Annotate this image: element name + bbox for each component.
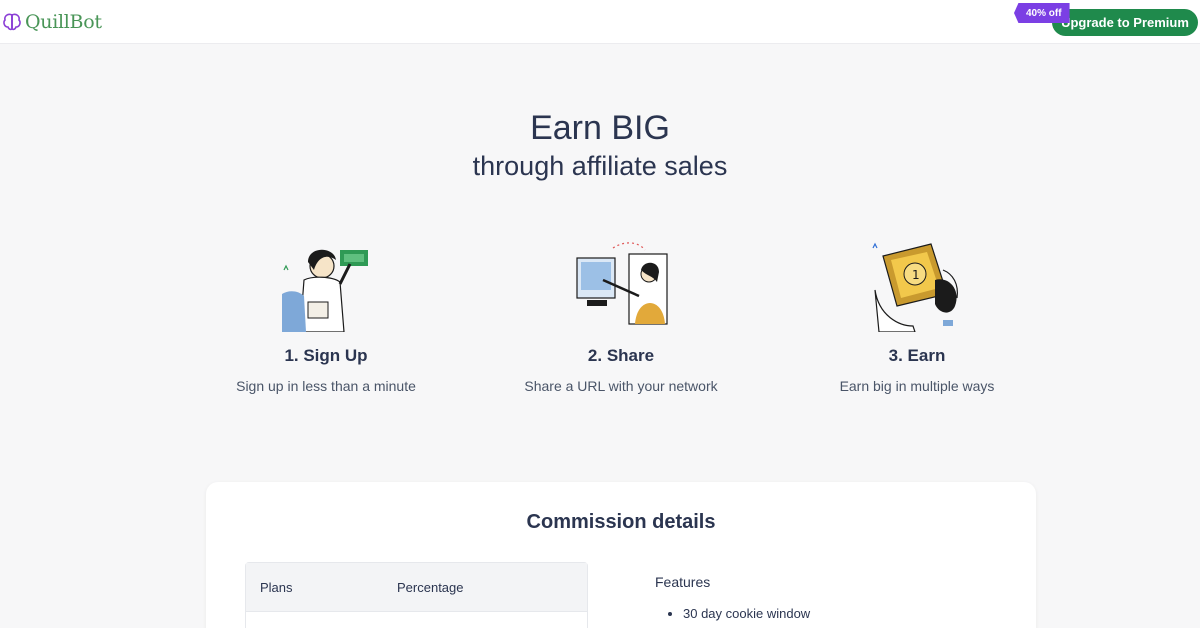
hero-subtitle: through affiliate sales	[472, 151, 728, 181]
brain-icon	[3, 13, 21, 31]
share-illustration-icon	[576, 242, 668, 325]
logo-text: QuillBot	[25, 11, 102, 33]
features-section: Features 30 day cookie window	[655, 574, 810, 621]
step-sign-up: 1. Sign Up Sign up in less than a minute	[176, 240, 476, 394]
features-list: 30 day cookie window	[655, 606, 810, 621]
percentage-column-header: Percentage	[397, 579, 464, 595]
upgrade-to-premium-button[interactable]: Upgrade to Premium	[1052, 9, 1198, 36]
step-description: Share a URL with your network	[524, 378, 718, 394]
features-title: Features	[655, 574, 711, 590]
plans-column-header: Plans	[260, 579, 293, 595]
hero-title: Earn BIG	[530, 109, 670, 147]
step-earn: 1 3. Earn Earn big in multiple ways	[767, 240, 1067, 394]
earn-illustration-icon: 1	[872, 242, 958, 332]
step-description: Sign up in less than a minute	[236, 378, 416, 394]
plans-table: Plans Percentage	[245, 562, 588, 628]
commission-details-title: Commission details	[526, 511, 716, 533]
feature-item: 30 day cookie window	[683, 606, 810, 621]
top-navigation-bar: QuillBot Upgrade to Premium 40% off	[0, 0, 1200, 44]
commission-details-card: Commission details Plans Percentage Feat…	[206, 482, 1036, 628]
step-share: 2. Share Share a URL with your network	[471, 240, 771, 394]
plans-table-header: Plans Percentage	[246, 563, 587, 612]
step-title: 1. Sign Up	[284, 346, 368, 365]
step-description: Earn big in multiple ways	[839, 378, 995, 394]
hero-section: Earn BIG through affiliate sales	[0, 108, 1200, 184]
upgrade-area: Upgrade to Premium 40% off	[1004, 3, 1200, 37]
sign-up-illustration-icon	[282, 249, 368, 332]
step-title: 2. Share	[587, 346, 655, 365]
step-title: 3. Earn	[888, 346, 946, 365]
discount-badge: 40% off	[1014, 3, 1070, 23]
quillbot-logo[interactable]: QuillBot	[2, 8, 102, 36]
svg-text:1: 1	[912, 268, 920, 282]
